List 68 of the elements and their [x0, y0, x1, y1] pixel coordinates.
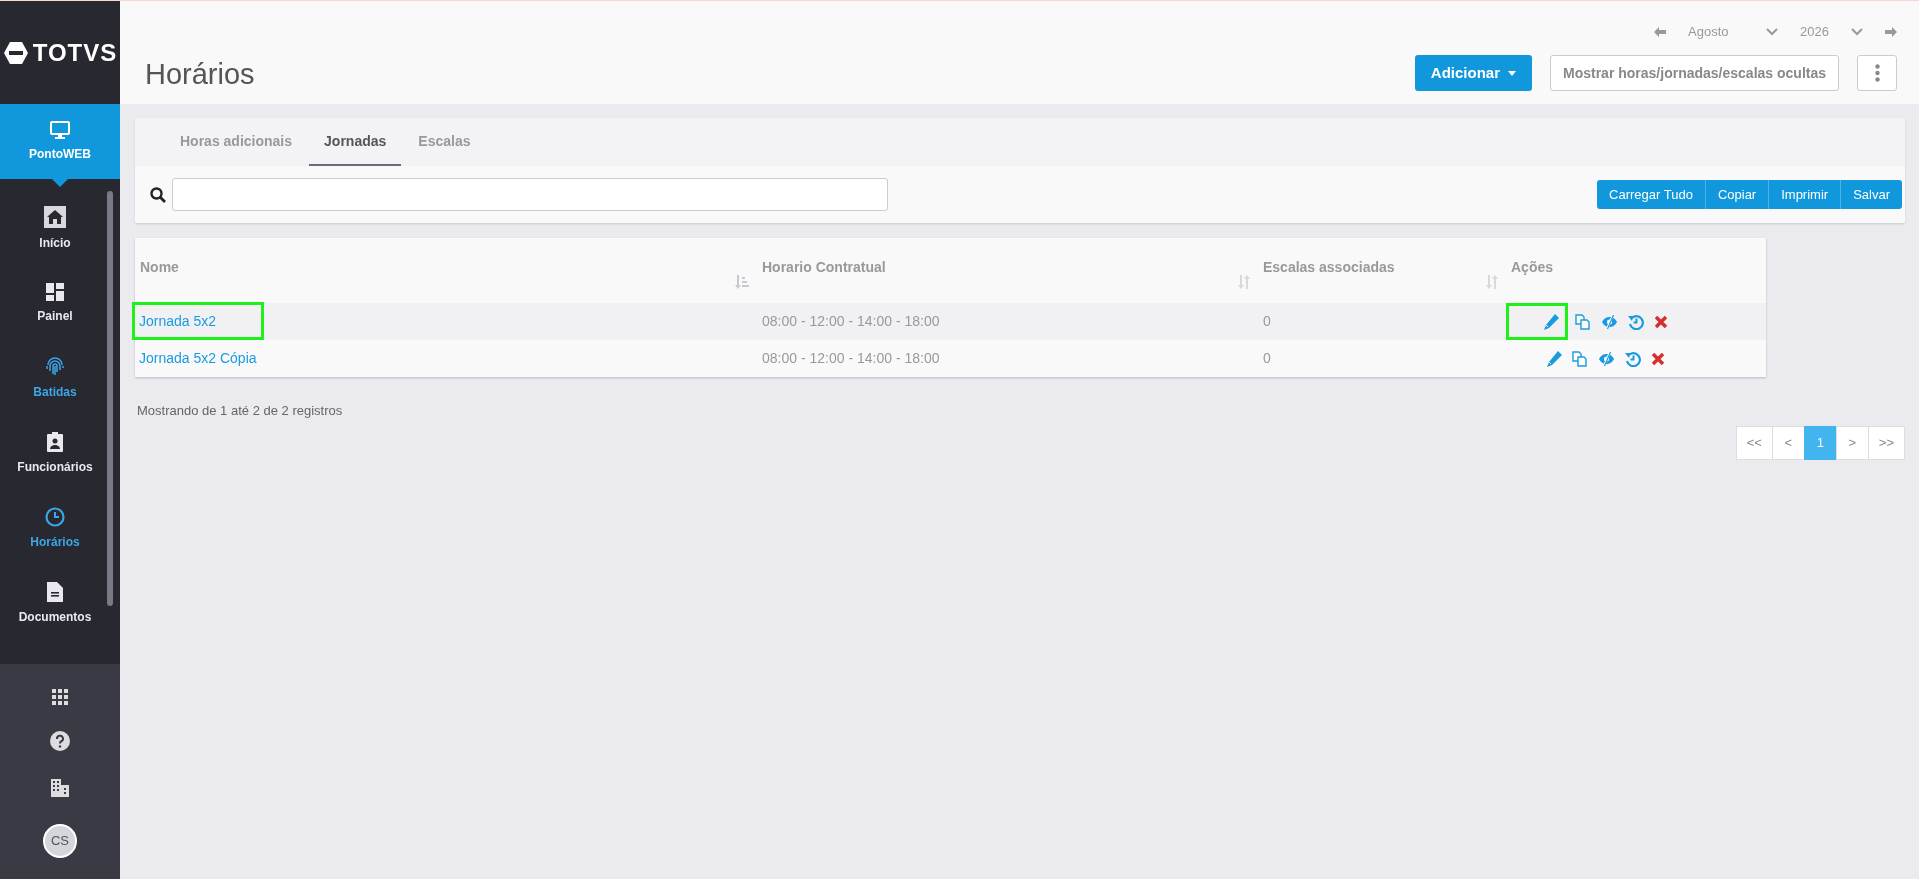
tab[interactable]: Horas adicionais [165, 118, 308, 166]
toolbar-button[interactable]: Imprimir [1768, 180, 1841, 209]
sidebar-item[interactable]: Início [0, 191, 120, 266]
left-arrow-icon[interactable] [1654, 27, 1667, 37]
chevron-down-icon[interactable] [1851, 28, 1863, 36]
table-cell-text: 08:00 - 12:00 - 14:00 - 18:00 [761, 312, 941, 331]
more-options-button[interactable] [1857, 55, 1897, 91]
sidebar-item[interactable]: Painel [0, 266, 120, 341]
sort-icon [1486, 275, 1498, 289]
table-cell-text: 08:00 - 12:00 - 14:00 - 18:00 [761, 349, 941, 368]
row-name-link[interactable]: Jornada 5x2 [132, 302, 265, 340]
month-select[interactable]: Agosto [1688, 22, 1745, 42]
column-header[interactable]: Escalas associadas [1263, 257, 1395, 289]
building-icon[interactable] [50, 777, 70, 798]
fingerprint-icon [45, 356, 65, 377]
page-button[interactable]: < [1771, 425, 1805, 460]
sort-icon [1238, 275, 1250, 289]
eye-slash-icon [1598, 350, 1615, 367]
search-icon [150, 186, 166, 203]
id-badge-icon [47, 431, 63, 452]
home-icon [44, 205, 66, 228]
page-button[interactable]: 1 [1803, 425, 1837, 460]
page-button[interactable]: >> [1867, 425, 1905, 460]
sidebar-item[interactable]: Horários [0, 491, 120, 566]
page-button[interactable]: > [1835, 425, 1869, 460]
year-select[interactable]: 2026 [1800, 22, 1829, 42]
close-icon [1651, 351, 1665, 366]
table-cell-text: 0 [1262, 312, 1272, 331]
monitor-icon [50, 120, 70, 139]
kebab-icon [1874, 64, 1880, 82]
search-field[interactable] [172, 178, 888, 211]
sort-icon [735, 275, 749, 289]
sidebar-item[interactable]: Batidas [0, 341, 120, 416]
copy-icon [1575, 313, 1591, 330]
toolbar-button[interactable]: Salvar [1840, 180, 1902, 209]
add-dropdown-button[interactable]: Adicionar [1414, 55, 1532, 91]
pencil-icon [1546, 350, 1562, 367]
caret-icon [1508, 70, 1516, 76]
history-icon [1625, 350, 1641, 367]
tab[interactable]: Escalas [403, 118, 486, 166]
toolbar-button[interactable]: Copiar [1704, 180, 1769, 209]
dashboard-icon [46, 282, 64, 301]
copy-icon [1572, 350, 1588, 367]
page-title: Horários [145, 57, 255, 92]
edit-button[interactable] [1506, 303, 1568, 340]
logo-text: TOTVS [32, 37, 118, 68]
row-name-link[interactable]: Jornada 5x2 Cópia [132, 339, 264, 377]
show-hidden-button[interactable]: Mostrar horas/jornadas/escalas ocultas [1550, 55, 1839, 91]
table-cell-text: 0 [1262, 349, 1272, 368]
pencil-icon [1543, 313, 1559, 330]
apps-grid-icon[interactable] [52, 689, 68, 706]
history-icon [1628, 313, 1644, 330]
clock-icon [45, 506, 65, 527]
close-icon [1654, 314, 1668, 329]
records-summary: Mostrando de 1 até 2 de 2 registros [137, 402, 344, 420]
sidebar-item[interactable]: Documentos [0, 566, 120, 641]
right-arrow-icon[interactable] [1885, 27, 1897, 37]
chevron-down-icon[interactable] [1766, 28, 1779, 36]
column-header[interactable]: Horario Contratual [762, 257, 886, 289]
sidebar-item[interactable]: Funcionários [0, 416, 120, 491]
column-header[interactable]: Ações [1511, 257, 1554, 278]
eye-slash-icon [1601, 313, 1618, 330]
help-icon[interactable] [50, 731, 70, 752]
toolbar-button[interactable]: Carregar Tudo [1597, 180, 1705, 209]
document-icon [47, 581, 63, 602]
column-header[interactable]: Nome [140, 257, 179, 289]
page-button[interactable]: << [1735, 425, 1773, 460]
user-avatar[interactable]: CS [43, 823, 77, 858]
